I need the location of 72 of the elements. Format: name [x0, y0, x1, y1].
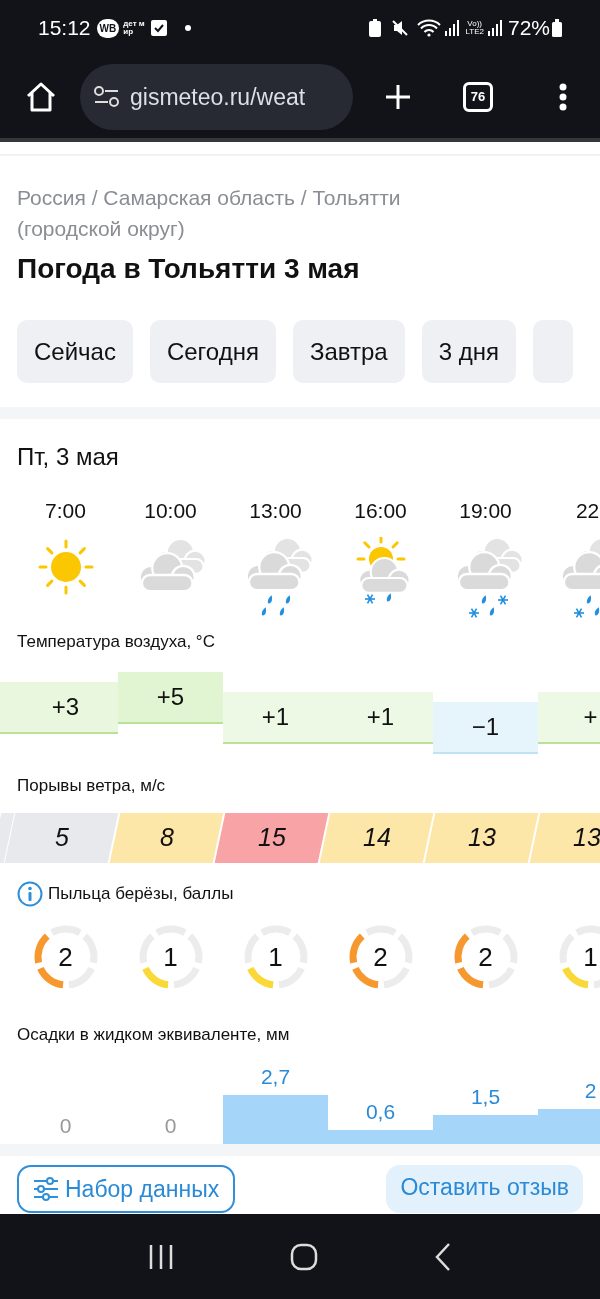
- recent-apps-icon[interactable]: [148, 1242, 174, 1271]
- volte-label: Vo)): [467, 20, 483, 28]
- tab[interactable]: Сегодня: [149, 320, 276, 383]
- pollen-value: 1: [268, 943, 283, 970]
- pollen-value: 2: [58, 943, 73, 970]
- wind-bar: 14: [319, 812, 434, 863]
- home-icon[interactable]: [290, 1242, 318, 1271]
- pollen-gauge: [452, 923, 519, 990]
- temperature-label: Температура воздуха, °C: [17, 631, 215, 651]
- precipitation-value: 0: [164, 1114, 177, 1138]
- more-menu-icon[interactable]: [559, 83, 567, 111]
- hour-label: 16:00: [354, 498, 407, 524]
- url-text: gismeteo.ru/weat: [130, 82, 306, 112]
- tab[interactable]: Сейчас: [17, 320, 133, 383]
- plus-icon: [384, 83, 412, 111]
- page-title: Погода в Тольятти 3 мая: [17, 252, 361, 286]
- hour-label: 22:: [575, 498, 600, 524]
- lte-label: LTE2: [465, 28, 484, 36]
- home-icon: [24, 80, 58, 114]
- address-bar[interactable]: gismeteo.ru/weat: [80, 64, 353, 130]
- tab[interactable]: Завтра: [292, 320, 405, 383]
- temperature-bar: +: [538, 692, 600, 744]
- pollen-value: 2: [478, 943, 493, 970]
- site-settings-icon: [94, 86, 120, 108]
- sliders-icon: [33, 1177, 59, 1201]
- temperature-bar: +3: [0, 682, 118, 734]
- pollen-label: Пыльца берёзы, баллы: [48, 882, 234, 905]
- info-icon[interactable]: [17, 880, 43, 907]
- wind-bar: 5: [4, 812, 119, 863]
- pollen-value: 2: [373, 943, 388, 970]
- wifi-icon: [417, 19, 442, 37]
- pollen-gauge: [347, 923, 414, 990]
- pollen-gauge: [242, 923, 309, 990]
- hour-label: 13:00: [249, 498, 302, 524]
- temperature-bar: +1: [223, 692, 328, 744]
- tab-switcher-button[interactable]: 76: [463, 82, 493, 112]
- wind-bar: 13: [424, 812, 539, 863]
- precipitation-value: 2,7: [260, 1065, 291, 1089]
- hour-label: 7:00: [45, 498, 86, 524]
- temperature-bar: +1: [328, 692, 433, 744]
- day-heading: Пт, 3 мая: [17, 443, 119, 470]
- pollen-value: 1: [163, 943, 178, 970]
- wind-label: Порывы ветра, м/с: [17, 776, 166, 795]
- precipitation-value: 0: [59, 1114, 72, 1138]
- hour-label: 10:00: [144, 498, 197, 524]
- hour-label: 19:00: [459, 498, 512, 524]
- signal-icon: [445, 20, 460, 36]
- checkbox-notification-icon: [151, 20, 168, 36]
- precipitation-label: Осадки в жидком эквиваленте, мм: [17, 1024, 290, 1044]
- back-icon[interactable]: [434, 1241, 452, 1272]
- battery-saver-icon: [369, 19, 382, 37]
- pollen-gauge: [137, 923, 204, 990]
- breadcrumb: Россия / Самарская область / Тольятти (городской округ): [17, 185, 402, 242]
- app-label: дет мир: [123, 20, 146, 36]
- wind-bar: 8: [109, 812, 224, 863]
- wind-bar: 15: [214, 812, 329, 863]
- mute-icon: [391, 19, 410, 37]
- clock: 15:12: [38, 15, 91, 42]
- precipitation-value: 2: [584, 1079, 597, 1103]
- battery-icon: [552, 19, 562, 37]
- temperature-bar: +5: [118, 672, 223, 724]
- signal-icon: [487, 20, 502, 36]
- precipitation-value: 0,6: [365, 1100, 396, 1124]
- pollen-gauge: [32, 923, 99, 990]
- tab[interactable]: 3 дня: [421, 320, 516, 383]
- pollen-value: 1: [583, 943, 598, 970]
- battery-percent: 72%: [507, 15, 550, 42]
- temperature-bar: −1: [433, 702, 538, 754]
- dot-icon: [185, 25, 192, 31]
- precipitation-value: 1,5: [470, 1085, 501, 1109]
- app-badge: WB: [96, 18, 120, 38]
- dataset-button[interactable]: Набор данных: [17, 1165, 236, 1213]
